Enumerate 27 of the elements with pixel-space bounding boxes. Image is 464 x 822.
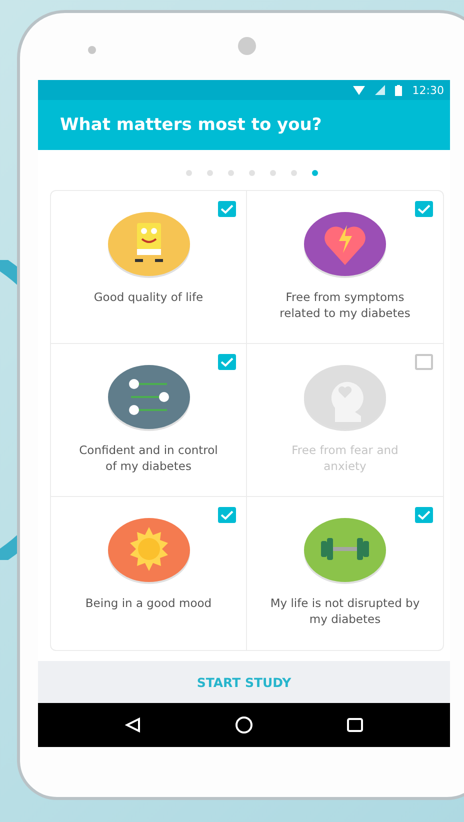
checkbox[interactable] [415,201,433,217]
signal-icon [375,85,386,95]
option-tile[interactable]: Confident and in control of my diabetes [51,344,247,497]
option-tile[interactable]: Free from symptoms related to my diabetes [247,191,443,344]
option-label: Being in a good mood [85,595,212,612]
checkbox[interactable] [415,354,433,370]
checkbox[interactable] [218,354,236,370]
option-label: Confident and in control of my diabetes [78,442,219,474]
option-label: Free from fear and anxiety [290,442,400,474]
option-tile[interactable]: Being in a good mood [51,497,247,650]
camera-dot-icon [238,37,256,55]
clock-time: 12:30 [412,84,444,96]
battery-icon [395,84,402,96]
option-label: Free from symptoms related to my diabetes [278,289,412,322]
checkbox[interactable] [218,507,236,523]
checkbox[interactable] [415,507,433,523]
screen-title: What matters most to you? [60,115,322,135]
option-label: My life is not disrupted by my diabetes [270,595,420,628]
checkbox[interactable] [218,201,236,217]
recents-icon[interactable] [347,717,363,733]
option-label: Good quality of life [94,289,204,306]
back-icon[interactable] [125,717,141,733]
option-tile[interactable]: My life is not disrupted by my diabetes [247,497,443,650]
wifi-icon [353,86,366,94]
option-tile[interactable]: Good quality of life [51,191,247,344]
home-icon[interactable] [235,716,253,734]
sensor-dot-icon [88,46,96,54]
